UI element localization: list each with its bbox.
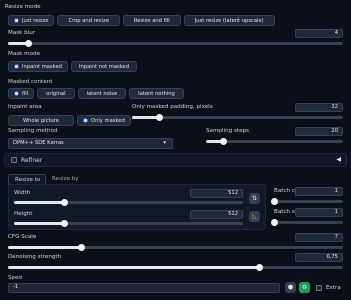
width-fill <box>14 201 65 204</box>
recycle-icon[interactable]: ♻ <box>299 282 310 293</box>
height-slider[interactable] <box>14 220 243 227</box>
width-input[interactable]: 512 <box>190 189 243 198</box>
masked-content-latent-nothing[interactable]: latent nothing <box>129 88 184 99</box>
padding-slider[interactable] <box>132 114 343 121</box>
mask-blur-thumb[interactable] <box>24 40 32 47</box>
masked-content-group: fill original latent noise latent nothin… <box>8 88 184 99</box>
tab-resize-by[interactable]: Resize by <box>52 176 79 182</box>
mask-blur-slider[interactable] <box>8 40 343 47</box>
resize-mode-resize-and-fill[interactable]: Resize and fill <box>122 15 181 26</box>
denoising-fill <box>8 266 260 269</box>
sampling-method-label: Sampling method <box>8 128 58 134</box>
height-fill <box>14 222 65 225</box>
radio-dot-icon <box>14 64 19 69</box>
cfg-scale-fill <box>8 246 82 249</box>
mask-mode-inpaint-masked[interactable]: Inpaint masked <box>8 61 68 72</box>
mask-mode-inpaint-not-masked[interactable]: Inpaint not masked <box>70 61 138 72</box>
chevron-down-icon: ▾ <box>163 140 166 146</box>
sampling-steps-thumb[interactable] <box>220 138 228 145</box>
denoising-input[interactable]: 0,75 <box>295 253 343 262</box>
width-label: Width <box>14 190 31 196</box>
refiner-panel[interactable]: Refiner ◀ <box>4 153 347 167</box>
resize-mode-latent-upscale[interactable]: Just resize (latent upscale) <box>183 15 275 26</box>
cfg-scale-slider[interactable] <box>8 244 343 251</box>
resize-mode-crop-and-resize[interactable]: Crop and resize <box>57 15 120 26</box>
mask-mode-group: Inpaint masked Inpaint not masked <box>8 61 138 72</box>
batch-size-slider[interactable] <box>270 219 343 226</box>
resize-mode-just-resize[interactable]: Just resize <box>8 15 55 26</box>
aspect-ratio-icon[interactable]: ◺ <box>249 211 260 222</box>
denoising-thumb[interactable] <box>255 264 263 271</box>
width-slider[interactable] <box>14 199 243 206</box>
height-input[interactable]: 512 <box>190 210 243 219</box>
sampling-method-value: DPM++ SDE Karras <box>13 140 64 146</box>
sampling-steps-input[interactable]: 20 <box>295 127 343 136</box>
inpaint-area-only-masked[interactable]: Only masked <box>77 115 131 126</box>
batch-size-input[interactable]: 1 <box>295 208 343 217</box>
masked-content-latent-noise[interactable]: latent noise <box>77 88 127 99</box>
resize-mode-label: Resize mode <box>5 4 41 10</box>
masked-content-label: Masked content <box>8 79 53 85</box>
extra-label: Extra <box>326 285 341 291</box>
inpaint-area-label: Inpaint area <box>8 104 42 110</box>
height-thumb[interactable] <box>60 220 68 227</box>
padding-thumb[interactable] <box>155 114 163 121</box>
mask-blur-input[interactable]: 4 <box>295 29 343 38</box>
masked-content-fill[interactable]: fill <box>8 88 35 99</box>
cfg-scale-thumb[interactable] <box>78 244 86 251</box>
radio-dot-icon <box>14 18 19 23</box>
mask-blur-label: Mask blur <box>8 30 36 36</box>
padding-input[interactable]: 32 <box>295 103 343 112</box>
masked-content-original[interactable]: original <box>37 88 75 99</box>
radio-dot-icon <box>83 118 88 123</box>
mask-mode-label: Mask mode <box>8 51 41 57</box>
seed-label: Seed <box>8 275 22 281</box>
extra-checkbox[interactable] <box>316 285 322 291</box>
swap-arrows-icon[interactable]: ⇅ <box>249 193 260 204</box>
seed-input[interactable]: -1 <box>8 283 280 293</box>
cfg-scale-input[interactable]: 7 <box>295 233 343 242</box>
height-label: Height <box>14 211 33 217</box>
sampling-steps-slider[interactable] <box>206 138 343 145</box>
denoising-slider[interactable] <box>8 264 343 271</box>
batch-count-thumb[interactable] <box>270 198 278 205</box>
resize-mode-group: Just resize Crop and resize Resize and f… <box>8 15 275 26</box>
radio-dot-icon <box>14 91 19 96</box>
refiner-label: Refiner <box>21 157 43 164</box>
dice-icon[interactable]: ⬢ <box>285 282 296 293</box>
triangle-left-icon[interactable]: ◀ <box>336 156 341 163</box>
denoising-label: Denoising strength <box>8 254 62 260</box>
batch-count-slider[interactable] <box>270 198 343 205</box>
batch-size-thumb[interactable] <box>270 219 278 226</box>
sampling-steps-label: Sampling steps <box>206 128 249 134</box>
padding-label: Only masked padding, pixels <box>132 104 213 110</box>
refiner-checkbox[interactable] <box>11 157 17 163</box>
inpaint-area-group: Whole picture Only masked <box>8 115 131 126</box>
batch-count-input[interactable]: 1 <box>295 187 343 196</box>
width-thumb[interactable] <box>60 199 68 206</box>
cfg-scale-label: CFG Scale <box>8 234 37 240</box>
inpaint-area-whole-picture[interactable]: Whole picture <box>8 115 74 126</box>
sampling-method-select[interactable]: DPM++ SDE Karras ▾ <box>8 138 173 149</box>
